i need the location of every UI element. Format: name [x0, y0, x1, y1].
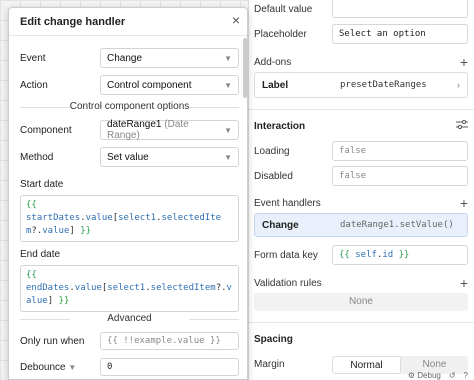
debounce-label[interactable]: Debounce ▼ — [20, 362, 100, 373]
close-icon[interactable]: × — [232, 13, 240, 27]
action-label: Action — [20, 79, 48, 91]
loading-input[interactable]: false — [332, 141, 468, 161]
validation-label: Validation rules — [254, 277, 322, 289]
event-handlers-header: Event handlers + — [254, 196, 468, 210]
placeholder-label: Placeholder — [254, 28, 307, 40]
component-value: dateRange1 — [107, 119, 162, 130]
chevron-down-icon: ▼ — [68, 362, 77, 372]
end-date-code-input[interactable]: {{ endDates.value[select1.selectedItem?.… — [20, 265, 239, 312]
action-value: Control component — [107, 79, 192, 91]
chevron-down-icon: ▼ — [224, 80, 232, 90]
form-data-key-label: Form data key — [254, 249, 318, 261]
action-row: Action Control component ▼ — [20, 75, 239, 95]
default-value-row: Default value — [254, 0, 468, 18]
only-run-label: Only run when — [20, 335, 85, 347]
event-handlers-label: Event handlers — [254, 197, 321, 209]
event-select[interactable]: Change ▼ — [100, 48, 239, 68]
divider — [249, 109, 474, 110]
disabled-row: Disabled false — [254, 166, 468, 186]
method-row: Method Set value ▼ — [20, 147, 239, 167]
component-select[interactable]: dateRange1 (Date Range) ▼ — [100, 119, 239, 141]
start-date-label: Start date — [20, 179, 64, 190]
disabled-label: Disabled — [254, 170, 293, 182]
divider — [9, 35, 247, 36]
chevron-down-icon: ▼ — [224, 152, 232, 162]
loading-row: Loading false — [254, 141, 468, 161]
add-addon-icon[interactable]: + — [460, 55, 468, 69]
validation-header: Validation rules + — [254, 276, 468, 290]
placeholder-row: Placeholder Select an option — [254, 24, 468, 44]
form-data-key-row: Form data key {{ self.id }} — [254, 245, 468, 265]
debug-bar: ⚙ Debug ↺ ? — [248, 372, 474, 380]
form-data-key-input[interactable]: {{ self.id }} — [332, 245, 468, 265]
method-select[interactable]: Set value ▼ — [100, 147, 239, 167]
interaction-header: Interaction — [254, 119, 468, 133]
component-label: Component — [20, 124, 72, 136]
settings-sliders-icon[interactable] — [456, 119, 468, 133]
history-icon[interactable]: ↺ — [449, 372, 456, 380]
help-icon[interactable]: ? — [464, 372, 468, 380]
action-select[interactable]: Control component ▼ — [100, 75, 239, 95]
chevron-down-icon: ▼ — [224, 53, 232, 63]
handler-event: Change — [262, 219, 299, 231]
addons-label: Add-ons — [254, 56, 292, 68]
default-value-input[interactable] — [332, 0, 468, 18]
disabled-input[interactable]: false — [332, 166, 468, 186]
placeholder-input[interactable]: Select an option — [332, 24, 468, 44]
debounce-row: Debounce ▼ 0 — [20, 358, 239, 376]
options-section-title: Control component options — [20, 101, 239, 112]
start-date-code-input[interactable]: {{ startDates.value[select1.selectedItem… — [20, 195, 239, 242]
default-value-label: Default value — [254, 3, 313, 15]
addon-key: Label — [262, 79, 289, 91]
method-value: Set value — [107, 151, 149, 163]
method-label: Method — [20, 151, 54, 163]
spacing-header: Spacing — [254, 334, 468, 345]
add-event-handler-icon[interactable]: + — [460, 196, 468, 210]
advanced-section-title: Advanced — [20, 313, 239, 324]
end-date-label: End date — [20, 249, 61, 260]
add-validation-icon[interactable]: + — [460, 276, 468, 290]
handler-action: dateRange1.setValue() — [340, 220, 454, 230]
event-value: Change — [107, 52, 143, 64]
event-handler-item[interactable]: Change dateRange1.setValue() — [254, 213, 468, 237]
inspector-panel: Default value Placeholder Select an opti… — [248, 0, 474, 380]
spacing-label: Spacing — [254, 334, 293, 345]
loading-label: Loading — [254, 145, 290, 157]
margin-label: Margin — [254, 359, 285, 370]
chevron-down-icon: ▼ — [224, 125, 232, 135]
addon-value: presetDateRanges — [340, 80, 427, 90]
debounce-label-text: Debounce — [20, 361, 66, 373]
debug-label: Debug — [417, 372, 441, 380]
only-run-input[interactable]: {{ !!example.value }} — [100, 332, 239, 350]
divider — [249, 322, 474, 323]
component-row: Component dateRange1 (Date Range) ▼ — [20, 119, 239, 141]
chevron-right-icon: › — [457, 80, 460, 90]
edit-handler-modal: Edit change handler × Event Change ▼ Act… — [8, 7, 248, 380]
interaction-label: Interaction — [254, 121, 306, 132]
only-run-row: Only run when {{ !!example.value }} — [20, 332, 239, 350]
validation-none: None — [254, 293, 468, 311]
addons-header: Add-ons + — [254, 55, 468, 69]
modal-title: Edit change handler — [20, 16, 126, 28]
event-label: Event — [20, 52, 46, 64]
debug-button[interactable]: ⚙ Debug — [408, 372, 441, 380]
debounce-input[interactable]: 0 — [100, 358, 239, 376]
scrollbar[interactable] — [243, 38, 247, 98]
addon-card[interactable]: Label presetDateRanges › — [254, 72, 468, 98]
event-row: Event Change ▼ — [20, 48, 239, 68]
